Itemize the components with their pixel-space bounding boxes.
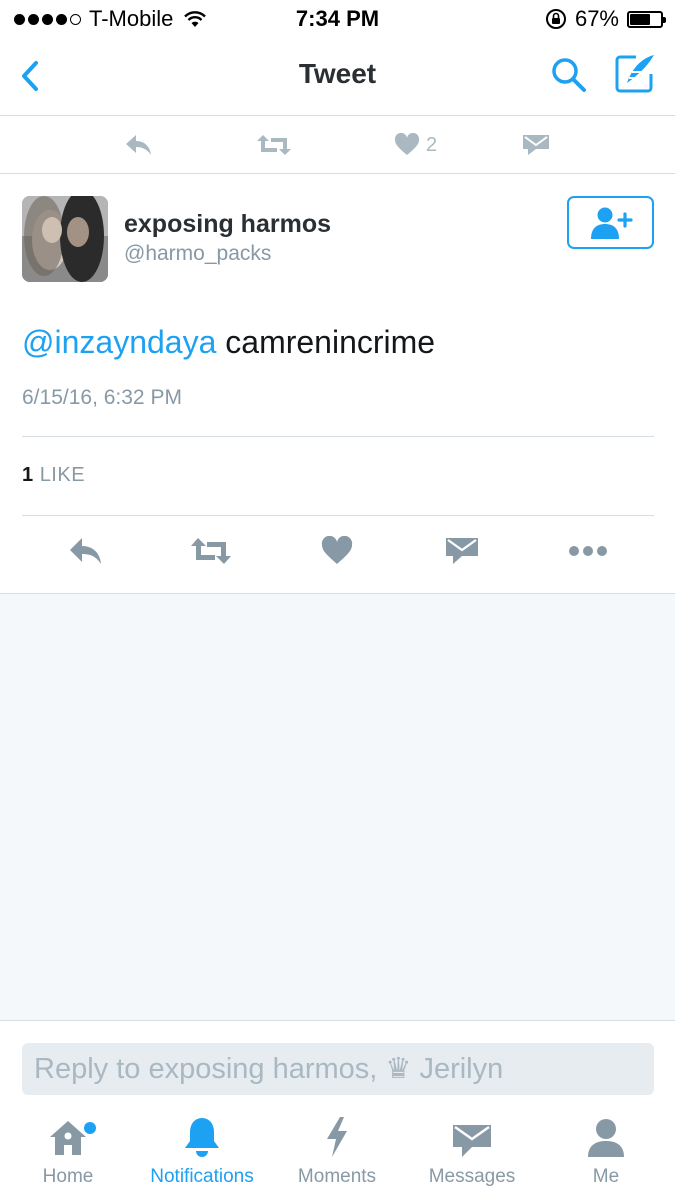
like-label: LIKE [39,464,86,486]
battery-icon [627,10,666,28]
navigation-bar: Tweet [0,38,675,116]
parent-like-count: 2 [426,133,438,156]
heart-icon [394,133,420,155]
tab-home[interactable]: Home [28,1108,108,1200]
tweet-text: @inzayndaya camrenincrime [22,324,435,361]
notification-dot [84,1122,96,1134]
follow-button[interactable] [567,196,654,249]
battery-percent: 67% [574,6,619,31]
envelope-icon [453,1125,491,1157]
tab-me[interactable]: Me [566,1108,646,1200]
mention-link[interactable]: @inzayndaya [22,324,216,360]
tab-bar: Home Notifications Moments Messages Me [0,1108,675,1200]
more-options-button[interactable] [566,534,610,568]
retweet-icon [257,135,291,155]
rotation-lock-icon [545,9,566,29]
home-icon [50,1121,86,1155]
like-count: 1 [22,464,34,486]
reply-icon [70,538,101,564]
tab-label: Me [592,1166,620,1187]
tab-label: Home [42,1166,94,1187]
author-handle[interactable]: @harmo_packs [124,242,271,266]
reply-icon [126,135,151,155]
tweet-body: camrenincrime [216,324,436,360]
status-bar: T-Mobile 7:34 PM 67% [0,0,675,38]
bell-icon [185,1118,219,1157]
author-name[interactable]: exposing harmos [124,210,331,239]
parent-like-button[interactable]: 2 [394,130,437,160]
reply-button[interactable] [66,534,106,568]
search-button[interactable] [548,54,590,96]
parent-retweet-button[interactable] [256,130,292,160]
battery-level [630,13,651,25]
reply-input[interactable] [22,1043,654,1095]
retweet-button[interactable] [188,534,234,568]
lightning-icon [327,1117,347,1157]
parent-reply-button[interactable] [124,130,154,160]
envelope-icon [446,538,478,564]
more-dots-icon [569,546,607,556]
divider [22,436,654,437]
profile-photo [22,196,108,282]
add-user-icon [590,207,633,239]
compose-tweet-button[interactable] [612,52,658,96]
reply-bar [0,1020,675,1108]
divider [22,515,654,516]
avatar[interactable] [22,196,108,282]
parent-message-button[interactable] [522,130,550,160]
person-icon [588,1119,624,1157]
tab-label: Notifications [150,1166,254,1187]
parent-tweet-actions: 2 [0,116,675,174]
tab-label: Moments [297,1166,377,1187]
like-button[interactable] [320,534,354,568]
tab-notifications[interactable]: Notifications [134,1108,270,1200]
tab-label: Messages [428,1166,516,1187]
tab-messages[interactable]: Messages [418,1108,526,1200]
tweet-detail: exposing harmos @harmo_packs @inzayndaya… [0,174,675,594]
tab-moments[interactable]: Moments [287,1108,387,1200]
retweet-icon [191,538,231,564]
tweet-timestamp: 6/15/16, 6:32 PM [22,386,182,409]
direct-message-button[interactable] [444,534,480,568]
heart-icon [321,536,353,564]
search-icon [552,58,586,92]
compose-tweet-icon [615,55,654,93]
envelope-icon [523,135,549,155]
likes-summary[interactable]: 1 LIKE [22,464,85,487]
